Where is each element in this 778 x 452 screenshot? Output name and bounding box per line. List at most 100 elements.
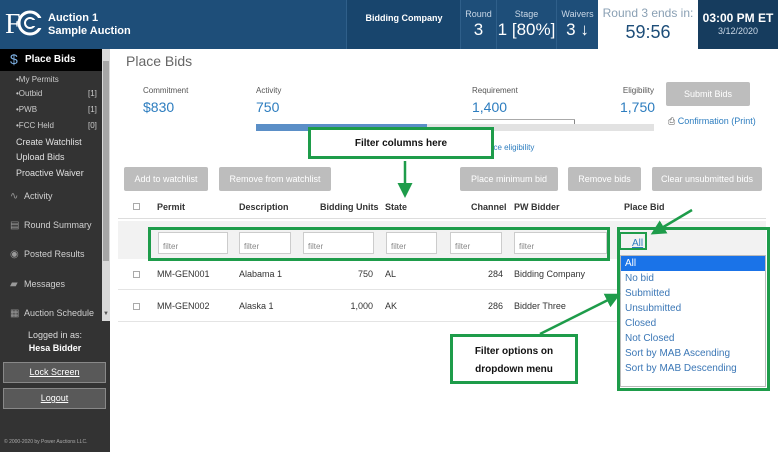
stage-label: Stage (514, 9, 539, 19)
lock-screen-button[interactable]: Lock Screen (3, 362, 106, 383)
sidebar-item-label: Auction Schedule (24, 308, 95, 318)
sidebar-item-label: Activity (24, 191, 53, 201)
activity-value: 750 (256, 99, 280, 115)
remove-bids-button[interactable]: Remove bids (568, 167, 641, 191)
requirement-label: Requirement (472, 86, 518, 95)
scroll-down-icon[interactable]: ▼ (102, 311, 110, 317)
filter-columns-callout: Filter columns here (308, 127, 494, 159)
reduce-eligibility-link[interactable]: uce eligibility (489, 143, 534, 152)
table-header: Permit Description Bidding Units State C… (118, 197, 766, 219)
eligibility-value: 1,750 (620, 99, 656, 115)
sidebar-upload-bids[interactable]: Upload Bids (16, 152, 65, 162)
logged-in-panel: Logged in as: Hesa Bidder (0, 330, 110, 353)
all-link-highlight (619, 232, 647, 250)
column-permit[interactable]: Permit (157, 202, 185, 212)
outbid-count: [1] (88, 89, 97, 98)
sidebar-proactive-waiver[interactable]: Proactive Waiver (16, 168, 84, 178)
sidebar-item-messages[interactable]: ▰ Messages (10, 279, 65, 290)
waivers-label: Waivers (561, 9, 594, 19)
auction-title: Sample Auction (48, 25, 131, 37)
calendar-icon: ▦ (10, 308, 20, 319)
add-to-watchlist-button[interactable]: Add to watchlist (124, 167, 208, 191)
description-cell: Alaska 1 (239, 301, 274, 311)
results-icon: ◉ (10, 249, 19, 260)
column-description[interactable]: Description (239, 202, 289, 212)
channel-cell: 286 (487, 301, 503, 311)
report-icon: ▤ (10, 220, 20, 231)
activity-metric: Activity 750 (256, 86, 281, 115)
fcc-logo: F (5, 9, 42, 40)
auction-number: Auction 1 (48, 12, 99, 24)
round-ends-label: Round 3 ends in: (602, 6, 694, 20)
place-minimum-bid-button[interactable]: Place minimum bid (460, 167, 558, 191)
pwb-count: [1] (88, 105, 97, 114)
sidebar-item-label: Posted Results (24, 249, 85, 259)
clock-date: 3/12/2020 (717, 26, 759, 36)
eligibility-metric: Eligibility 1,750 (620, 86, 656, 115)
sidebar-scrollbar[interactable]: ▼ (102, 49, 110, 321)
user-name: Hesa Bidder (28, 343, 82, 353)
submit-bids-button[interactable]: Submit Bids (666, 82, 750, 106)
permit-cell: MM-GEN001 (157, 269, 210, 279)
logged-in-label: Logged in as: (27, 330, 83, 340)
sidebar-sub-outbid[interactable]: •Outbid (16, 89, 42, 98)
column-bidding-units[interactable]: Bidding Units (320, 202, 379, 212)
commitment-label: Commitment (143, 86, 189, 95)
confirmation-label[interactable]: Confirmation (678, 116, 729, 126)
requirement-metric: Requirement 1,400 (472, 86, 518, 115)
sidebar: $ Place Bids •My Permits •Outbid [1] •PW… (0, 49, 110, 452)
clear-unsubmitted-bids-button[interactable]: Clear unsubmitted bids (652, 167, 762, 191)
clock: 03:00 PM ET 3/12/2020 (698, 0, 778, 49)
permit-cell: MM-GEN002 (157, 301, 210, 311)
callout-line-2: dropdown menu (475, 364, 553, 375)
column-place-bid[interactable]: Place Bid (624, 202, 665, 212)
top-header: F Auction 1 Sample Auction Bidding Compa… (0, 0, 778, 49)
row-checkbox[interactable] (133, 271, 140, 278)
description-cell: Alabama 1 (239, 269, 283, 279)
round-timer: Round 3 ends in: 59:56 (598, 0, 698, 49)
column-channel[interactable]: Channel (471, 202, 507, 212)
round-label: Round (465, 9, 492, 19)
filter-options-callout: Filter options on dropdown menu (450, 334, 578, 384)
waivers-value: 3 ↓ (566, 20, 589, 39)
row-checkbox[interactable] (133, 303, 140, 310)
stage-value: 1 [80%] (497, 20, 556, 39)
commitment-value: $830 (143, 99, 175, 115)
activity-label: Activity (256, 86, 282, 95)
sidebar-item-posted-results[interactable]: ◉ Posted Results (10, 249, 85, 260)
column-pw-bidder[interactable]: PW Bidder (514, 202, 560, 212)
sidebar-sub-pwb[interactable]: •PWB (16, 105, 37, 114)
stage-stat: Stage 1 [80%] (496, 0, 556, 49)
confirmation-link[interactable]: ⎙ Confirmation (Print) (668, 116, 756, 127)
select-all-checkbox[interactable] (133, 203, 140, 210)
sidebar-sub-my-permits[interactable]: •My Permits (16, 75, 59, 84)
printer-icon: ⎙ (668, 116, 676, 126)
scrollbar-thumb[interactable] (103, 61, 109, 261)
dropdown-highlight (617, 227, 770, 391)
units-cell: 1,000 (350, 301, 373, 311)
activity-icon: ∿ (10, 191, 19, 202)
dollar-icon: $ (10, 51, 18, 67)
filter-columns-highlight (148, 227, 610, 261)
sidebar-item-place-bids[interactable]: $ Place Bids (0, 49, 102, 71)
print-link[interactable]: (Print) (731, 116, 756, 126)
units-cell: 750 (357, 269, 373, 279)
column-state[interactable]: State (385, 202, 407, 212)
sidebar-item-auction-schedule[interactable]: ▦ Auction Schedule (10, 308, 94, 319)
requirement-value: 1,400 (472, 99, 508, 115)
callout-line-1: Filter options on (474, 346, 554, 357)
bidder-cell: Bidder Three (514, 301, 566, 311)
fcc-held-count: [0] (88, 121, 97, 130)
sidebar-item-label: Messages (24, 279, 66, 289)
waivers-stat: Waivers 3 ↓ (556, 0, 598, 49)
sidebar-item-round-summary[interactable]: ▤ Round Summary (10, 220, 92, 231)
auction-name: Auction 1 Sample Auction (48, 12, 131, 38)
sidebar-item-label: Place Bids (25, 54, 76, 65)
company-name: Bidding Company (365, 13, 443, 23)
channel-cell: 284 (487, 269, 503, 279)
logout-button[interactable]: Logout (3, 388, 106, 409)
sidebar-item-activity[interactable]: ∿ Activity (10, 191, 53, 202)
remove-from-watchlist-button[interactable]: Remove from watchlist (219, 167, 331, 191)
sidebar-sub-fcc-held[interactable]: •FCC Held (16, 121, 54, 130)
sidebar-create-watchlist[interactable]: Create Watchlist (16, 137, 82, 147)
